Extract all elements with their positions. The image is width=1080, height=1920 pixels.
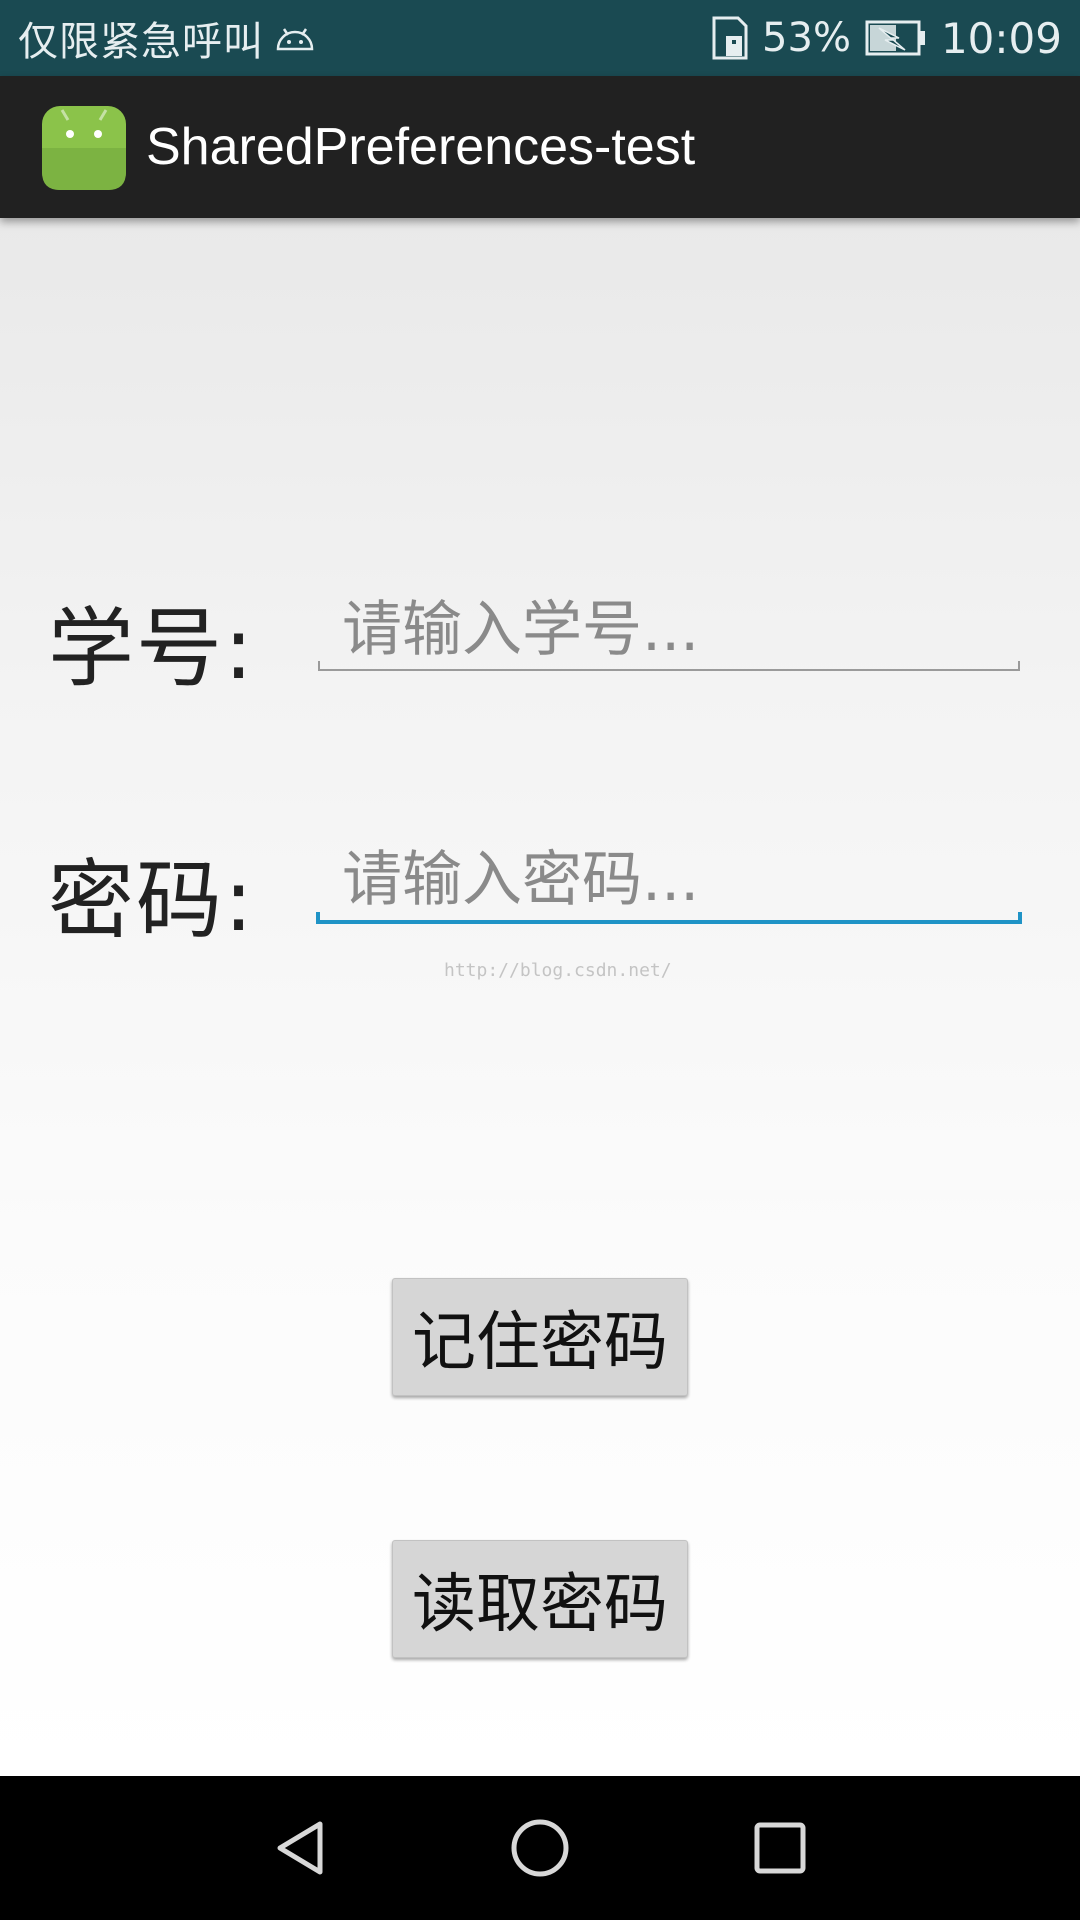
app-title: SharedPreferences-test xyxy=(146,118,696,176)
clock: 10:09 xyxy=(940,13,1062,63)
main-content: 学号: 密码: http://blog.csdn.net/ 记住密码 读取密码 xyxy=(0,218,1080,1776)
carrier-text: 仅限紧急呼叫 xyxy=(18,19,264,65)
android-notification-icon xyxy=(276,28,314,51)
status-left: 仅限紧急呼叫 xyxy=(18,0,316,76)
battery-charging-icon xyxy=(865,20,925,56)
action-bar: SharedPreferences-test xyxy=(0,76,1080,218)
sim-card-icon xyxy=(712,16,748,60)
watermark: http://blog.csdn.net/ xyxy=(444,960,672,981)
password-underline xyxy=(316,912,1022,924)
password-label: 密码: xyxy=(48,851,255,951)
password-field-container xyxy=(318,830,1020,930)
remember-password-button[interactable]: 记住密码 xyxy=(392,1278,688,1396)
status-right: 53% 10:09 xyxy=(712,0,1062,76)
read-password-button[interactable]: 读取密码 xyxy=(392,1540,688,1658)
student-id-field-container xyxy=(318,580,1020,680)
battery-percent: 53% xyxy=(762,15,851,61)
navigation-bar xyxy=(0,1776,1080,1920)
password-input[interactable] xyxy=(318,830,1020,930)
android-app-icon xyxy=(42,106,126,190)
home-icon[interactable] xyxy=(498,1806,582,1890)
status-bar: 仅限紧急呼叫 53% 10:09 xyxy=(0,0,1080,76)
student-id-input[interactable] xyxy=(318,580,1020,680)
recents-icon[interactable] xyxy=(738,1806,822,1890)
student-id-underline xyxy=(318,661,1020,671)
back-icon[interactable] xyxy=(258,1806,342,1890)
student-id-label: 学号: xyxy=(48,599,255,699)
